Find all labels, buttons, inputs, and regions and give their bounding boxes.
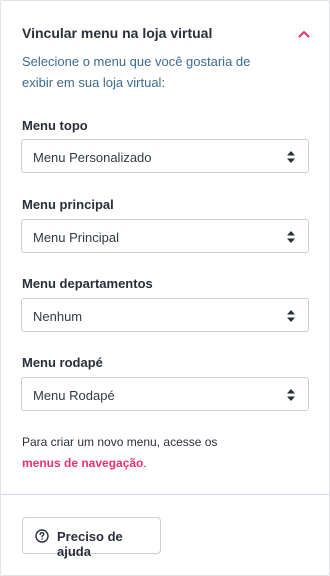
menu-principal-select[interactable]: Menu Principal xyxy=(21,219,309,253)
info-suffix: . xyxy=(143,456,147,470)
question-circle-icon xyxy=(35,529,49,543)
menu-departamentos-select[interactable]: Nenhum xyxy=(21,298,309,332)
info-message: Para criar um novo menu, acesse os xyxy=(22,435,218,449)
menu-topo-label: Menu topo xyxy=(22,118,88,133)
panel-description: Selecione o menu que você gostaria de ex… xyxy=(22,54,251,90)
sort-arrows-icon xyxy=(286,230,296,244)
sort-arrows-icon xyxy=(286,150,296,164)
chevron-up-icon[interactable] xyxy=(296,26,312,42)
menu-topo-select[interactable]: Menu Personalizado xyxy=(21,139,309,173)
panel-title: Vincular menu na loja virtual xyxy=(22,25,213,41)
help-button-label: Preciso de ajuda xyxy=(57,529,123,559)
menu-link-panel: Vincular menu na loja virtual Selecione … xyxy=(0,0,330,576)
menu-rodape-select[interactable]: Menu Rodapé xyxy=(21,377,309,411)
panel-header[interactable]: Vincular menu na loja virtual xyxy=(22,25,312,45)
divider xyxy=(1,494,329,495)
select-value: Nenhum xyxy=(33,309,83,324)
menu-principal-label: Menu principal xyxy=(22,197,114,212)
menu-rodape-label: Menu rodapé xyxy=(22,355,103,370)
help-button[interactable]: Preciso de ajuda xyxy=(22,517,161,559)
select-value: Menu Rodapé xyxy=(33,388,115,403)
info-text: Para criar um novo menu, acesse os menus… xyxy=(22,432,302,474)
sort-arrows-icon xyxy=(286,309,296,323)
sort-arrows-icon xyxy=(286,388,296,402)
select-value: Menu Principal xyxy=(33,230,119,245)
select-value: Menu Personalizado xyxy=(33,150,152,165)
navigation-menus-link[interactable]: menus de navegação xyxy=(22,456,143,470)
menu-departamentos-label: Menu departamentos xyxy=(22,276,153,291)
